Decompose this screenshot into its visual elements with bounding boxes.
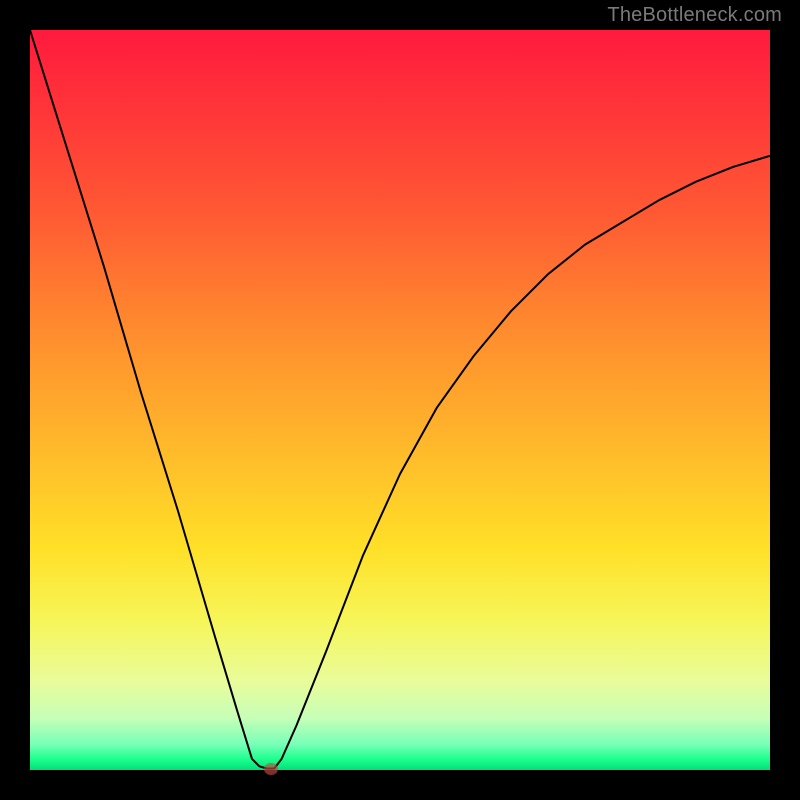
bottleneck-curve <box>30 30 770 769</box>
curve-layer <box>30 30 770 770</box>
plot-area <box>30 30 770 770</box>
watermark-text: TheBottleneck.com <box>607 4 782 27</box>
chart-stage: TheBottleneck.com <box>0 0 800 800</box>
vertex-dot <box>264 763 278 775</box>
